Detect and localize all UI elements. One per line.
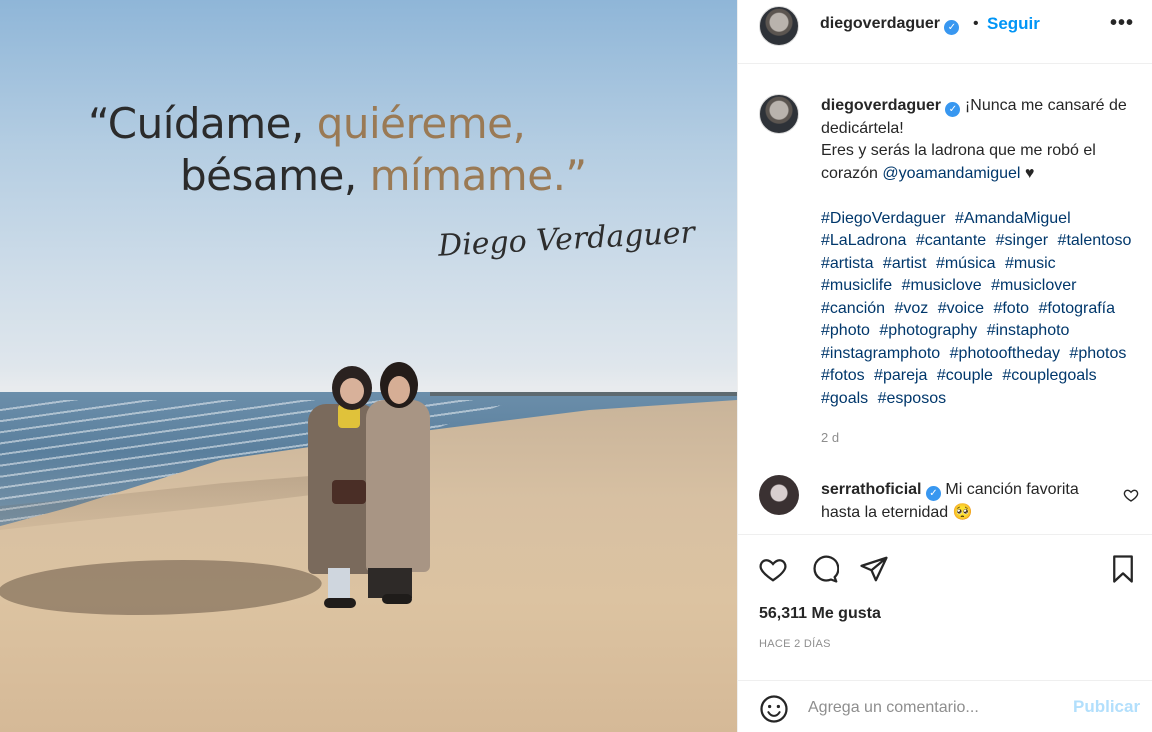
hashtag-link[interactable]: #music [1005,255,1056,272]
hashtag-link[interactable]: #fotos [821,367,865,384]
hashtag-link[interactable]: #música [936,255,996,272]
comment-item: serrathoficial ✓ Mi canción favorita has… [738,474,1152,534]
comment-username[interactable]: serrathoficial [821,481,921,498]
image-signature: Diego Verdaguer [437,215,696,264]
hashtag-link[interactable]: #cantante [916,232,986,249]
hashtag-link[interactable]: #musiclife [821,277,892,294]
pier [430,392,737,396]
hashtag-link[interactable]: #musiclover [991,277,1076,294]
quote-line2-b: mímame.” [369,151,588,200]
hashtag-link[interactable]: #instagramphoto [821,345,940,362]
comment-icon[interactable] [809,554,839,584]
hashtag-link[interactable]: #fotografía [1039,300,1116,317]
hashtag-link[interactable]: #talentoso [1058,232,1132,249]
heart-emoji: ♥ [1020,164,1035,182]
hashtag-link[interactable]: #singer [996,232,1048,249]
like-count[interactable]: 56,311 Me gusta [759,605,881,623]
hashtag-list: #DiegoVerdaguer #AmandaMiguel #LaLadrona… [821,208,1139,411]
comment-text: serrathoficial ✓ Mi canción favorita has… [821,479,1121,524]
more-icon[interactable]: ••• [1110,12,1134,35]
add-comment-bar: Publicar [738,680,1152,732]
caption-avatar[interactable] [759,94,799,134]
quote-line2-a: bésame, [180,151,370,200]
hashtag-link[interactable]: #couple [937,367,993,384]
hashtag-link[interactable]: #photos [1069,345,1126,362]
hashtag-link[interactable]: #musiclove [902,277,982,294]
hashtag-link[interactable]: #canción [821,300,885,317]
hashtag-link[interactable]: #DiegoVerdaguer [821,210,946,227]
verified-icon: ✓ [925,486,941,501]
hashtag-link[interactable]: #couplegoals [1002,367,1096,384]
emoji-icon[interactable] [759,694,789,724]
publish-button[interactable]: Publicar [1073,697,1140,717]
hashtag-link[interactable]: #voice [938,300,984,317]
comment-input[interactable] [808,695,1058,721]
hashtag-link[interactable]: #artista [821,255,873,272]
hashtag-link[interactable]: #goals [821,390,868,407]
hashtag-link[interactable]: #artist [883,255,927,272]
caption-age[interactable]: 2 d [821,430,839,445]
hashtag-link[interactable]: #photography [879,322,977,339]
action-bar [738,534,1152,604]
hashtag-link[interactable]: #LaLadrona [821,232,906,249]
post-side-panel: diegoverdaguer ✓ • Seguir ••• diegoverda… [737,0,1152,732]
share-icon[interactable] [859,554,889,584]
comment-avatar[interactable] [759,475,799,515]
caption-block: diegoverdaguer ✓ ¡Nunca me cansaré de de… [738,64,1152,474]
verified-icon: ✓ [944,20,960,35]
couple-figure [300,360,440,620]
verified-icon: ✓ [945,102,961,117]
bookmark-icon[interactable] [1108,554,1138,584]
avatar[interactable] [759,6,799,46]
hashtag-link[interactable]: #AmandaMiguel [955,210,1071,227]
header-separator: • [973,15,979,32]
heart-icon[interactable] [758,554,788,584]
hashtag-link[interactable]: #pareja [874,367,927,384]
hashtag-link[interactable]: #esposos [878,390,947,407]
hashtag-link[interactable]: #voz [895,300,929,317]
caption-text: diegoverdaguer ✓ ¡Nunca me cansaré de de… [821,95,1139,410]
quote-line1-b: quiéreme, [316,99,526,148]
mention-link[interactable]: @yoamandamiguel [882,165,1020,182]
post-date[interactable]: HACE 2 DÍAS [759,638,831,650]
quote-line1-a: “Cuídame, [88,99,317,148]
hashtag-link[interactable]: #photooftheday [950,345,1060,362]
hashtag-link[interactable]: #instaphoto [987,322,1070,339]
post-header: diegoverdaguer ✓ • Seguir ••• [738,0,1152,64]
hashtag-link[interactable]: #foto [993,300,1029,317]
image-quote: “Cuídame, quiéreme, bésame, mímame.” [88,98,608,202]
hashtag-link[interactable]: #photo [821,322,870,339]
caption-username[interactable]: diegoverdaguer [821,97,941,114]
post-image[interactable]: “Cuídame, quiéreme, bésame, mímame.” Die… [0,0,737,732]
header-username[interactable]: diegoverdaguer ✓ [820,15,960,35]
follow-button[interactable]: Seguir [987,14,1040,34]
comment-like-icon[interactable] [1123,487,1139,503]
